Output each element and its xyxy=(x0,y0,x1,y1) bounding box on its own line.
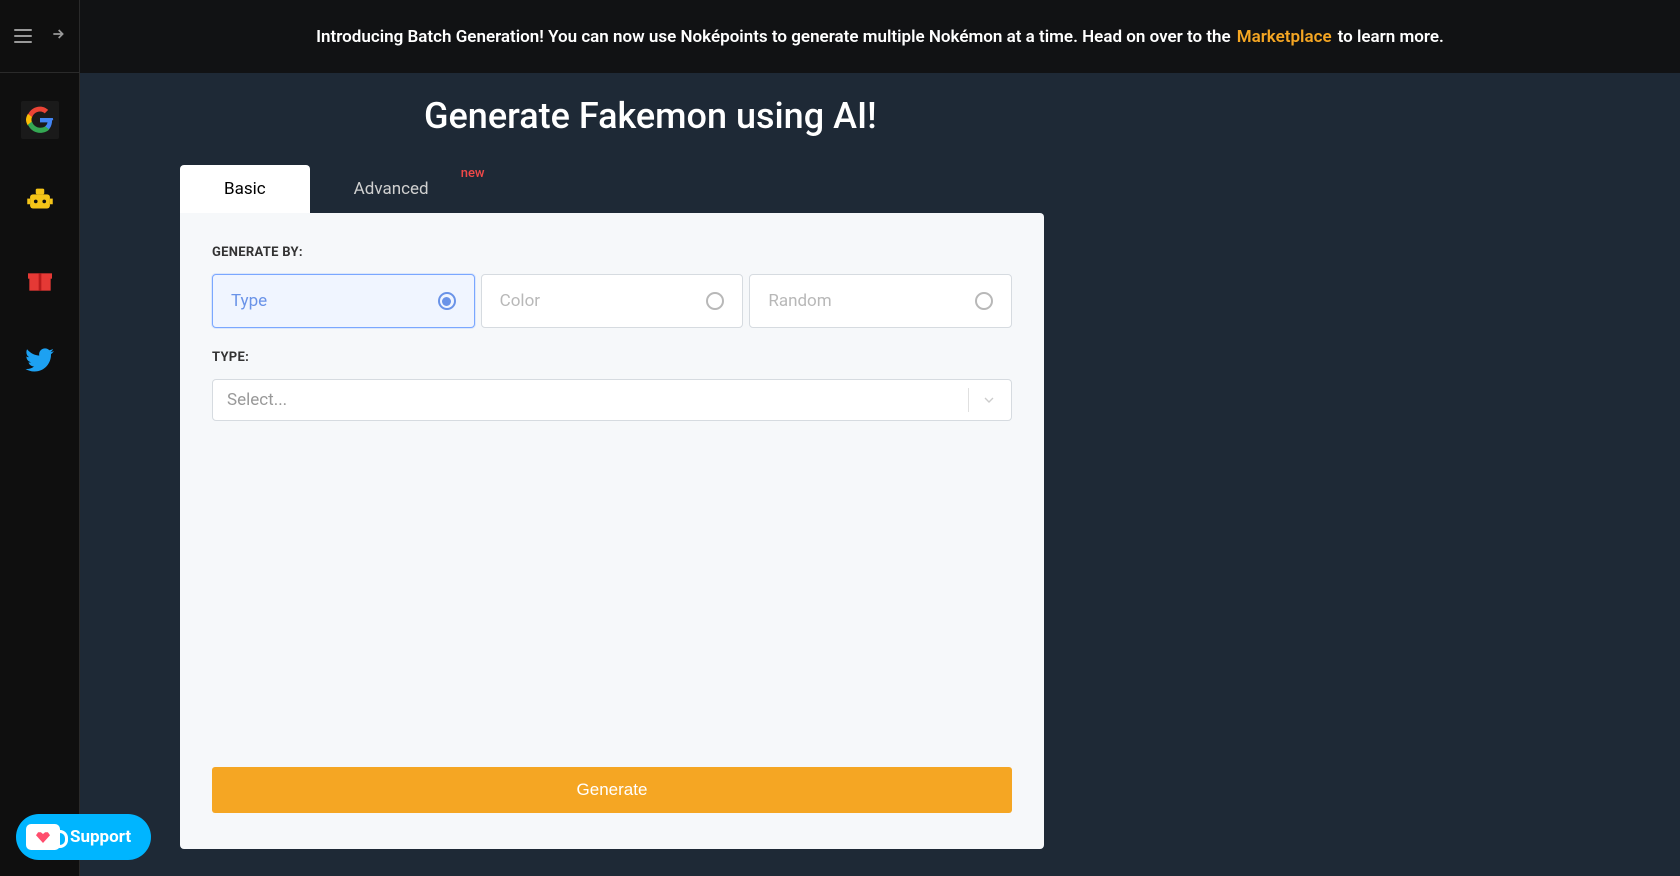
sidebar-icons xyxy=(21,101,59,379)
gift-icon[interactable] xyxy=(21,261,59,299)
content: Generate Fakemon using AI! Basic Advance… xyxy=(80,73,1680,876)
sidebar xyxy=(0,0,80,876)
radio-icon xyxy=(706,292,724,310)
generate-by-label: GENERATE BY: xyxy=(212,245,1012,260)
robot-icon[interactable] xyxy=(21,181,59,219)
banner-prefix: Introducing Batch Generation! You can no… xyxy=(316,27,1231,47)
tabs: Basic Advanced new xyxy=(180,165,1680,213)
generate-by-options: Type Color Random xyxy=(212,274,1012,328)
option-color[interactable]: Color xyxy=(481,274,744,328)
tab-advanced[interactable]: Advanced new xyxy=(310,165,473,213)
banner-suffix: to learn more. xyxy=(1338,27,1444,47)
page-title: Generate Fakemon using AI! xyxy=(424,95,1680,137)
tab-advanced-label: Advanced xyxy=(354,179,429,199)
select-placeholder: Select... xyxy=(227,390,287,410)
type-select[interactable]: Select... xyxy=(212,379,1012,421)
generate-button[interactable]: Generate xyxy=(212,767,1012,813)
option-type-label: Type xyxy=(231,291,267,311)
support-button[interactable]: Support xyxy=(16,814,151,860)
form-card: GENERATE BY: Type Color Random TYPE: Sel… xyxy=(180,213,1044,849)
type-label: TYPE: xyxy=(212,350,1012,365)
menu-icon[interactable] xyxy=(14,29,32,43)
option-type[interactable]: Type xyxy=(212,274,475,328)
support-label: Support xyxy=(70,827,131,847)
twitter-icon[interactable] xyxy=(21,341,59,379)
announcement-banner: Introducing Batch Generation! You can no… xyxy=(80,0,1680,73)
option-random-label: Random xyxy=(768,291,831,311)
chevron-down-icon xyxy=(968,388,997,412)
tab-basic-label: Basic xyxy=(224,179,266,199)
forward-icon[interactable] xyxy=(50,26,66,47)
google-icon[interactable] xyxy=(21,101,59,139)
new-badge: new xyxy=(461,166,485,181)
marketplace-link[interactable]: Marketplace xyxy=(1237,27,1332,47)
radio-icon xyxy=(975,292,993,310)
radio-icon xyxy=(438,292,456,310)
option-random[interactable]: Random xyxy=(749,274,1012,328)
tab-basic[interactable]: Basic xyxy=(180,165,310,213)
sidebar-top xyxy=(0,0,79,73)
option-color-label: Color xyxy=(500,291,540,311)
kofi-icon xyxy=(26,824,60,850)
main: Introducing Batch Generation! You can no… xyxy=(80,0,1680,876)
